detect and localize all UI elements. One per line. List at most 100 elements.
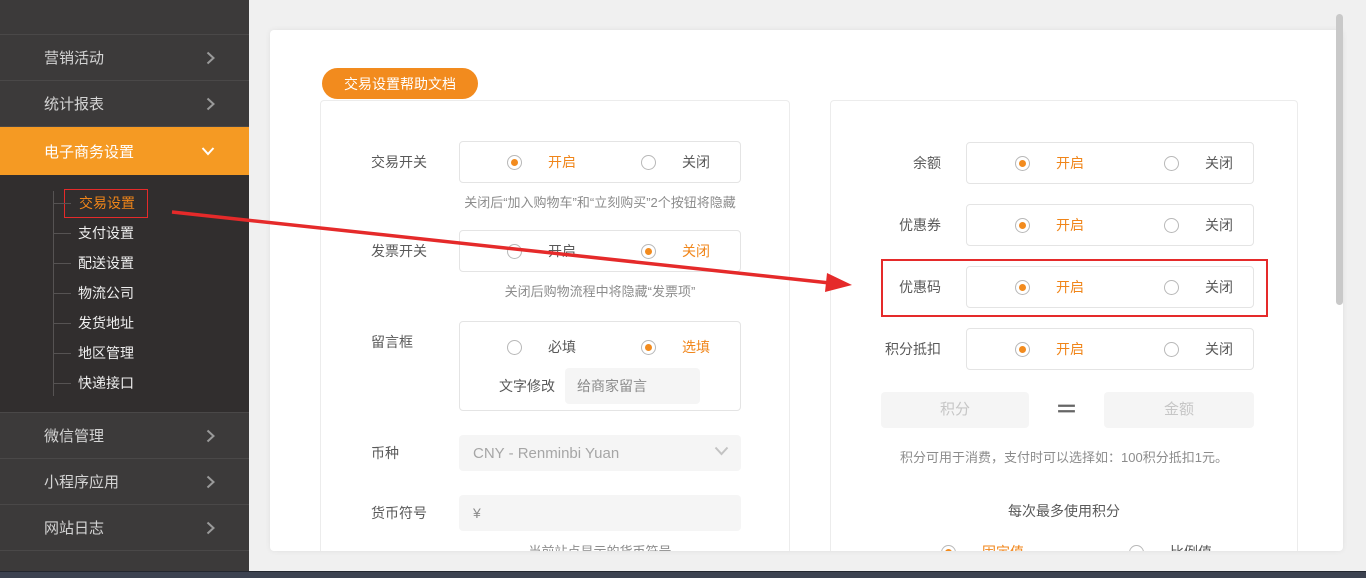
submenu-item-label: 快递接口 <box>78 375 134 391</box>
submenu-item-delivery-settings[interactable]: 配送设置 <box>0 248 249 278</box>
radio-icon <box>641 154 656 170</box>
submenu-item-label: 发货地址 <box>78 315 134 331</box>
coupon-code-label: 优惠码 <box>899 279 941 295</box>
chevron-right-icon <box>206 51 215 65</box>
submenu-item-payment-settings[interactable]: 支付设置 <box>0 218 249 248</box>
points-deduct-row: 积分抵扣 开启 关闭 <box>831 328 1297 370</box>
points-deduct-off-radio[interactable]: 关闭 <box>1164 339 1233 359</box>
radio-label: 开启 <box>1056 155 1084 171</box>
radio-icon <box>1164 217 1179 233</box>
coupon-code-group: 开启 关闭 <box>966 266 1254 308</box>
balance-group: 开启 关闭 <box>966 142 1254 184</box>
message-text-input[interactable] <box>565 368 700 404</box>
sidebar-item-site-logs[interactable]: 网站日志 <box>0 505 249 551</box>
chevron-right-icon <box>206 97 215 111</box>
radio-label: 关闭 <box>682 154 710 170</box>
invoice-switch-row: 发票开关 开启 关闭 <box>321 230 789 272</box>
chevron-right-icon <box>206 475 215 489</box>
ratio-value-radio[interactable]: 比例值 <box>1129 542 1212 551</box>
radio-label: 开启 <box>548 243 576 259</box>
radio-label: 关闭 <box>1205 279 1233 295</box>
invoice-switch-off-radio[interactable]: 关闭 <box>641 241 710 261</box>
fixed-value-radio[interactable]: 固定值 <box>941 542 1024 551</box>
amount-input[interactable] <box>1104 391 1254 428</box>
sidebar-item-wechat[interactable]: 微信管理 <box>0 413 249 459</box>
balance-on-radio[interactable]: 开启 <box>1015 153 1084 173</box>
currency-symbol-row: 货币符号 <box>321 495 789 531</box>
coupon-on-radio[interactable]: 开启 <box>1015 215 1084 235</box>
radio-icon <box>507 243 522 259</box>
sidebar-item-label: 统计报表 <box>44 96 105 113</box>
balance-off-radio[interactable]: 关闭 <box>1164 153 1233 173</box>
max-points-group: 固定值 比例值 <box>831 542 1297 551</box>
sidebar-item-ecommerce-settings[interactable]: 电子商务设置 <box>0 127 249 175</box>
trade-switch-row: 交易开关 开启 关闭 <box>321 141 789 183</box>
points-deduct-on-radio[interactable]: 开启 <box>1015 339 1084 359</box>
radio-icon <box>1164 341 1179 357</box>
message-optional-radio[interactable]: 选填 <box>641 337 710 357</box>
sidebar-item-miniprogram[interactable]: 小程序应用 <box>0 459 249 505</box>
message-required-radio[interactable]: 必填 <box>507 337 576 357</box>
coupon-code-off-radio[interactable]: 关闭 <box>1164 277 1233 297</box>
sidebar-top-spacer <box>0 0 249 35</box>
chevron-down-icon <box>201 147 215 156</box>
radio-label: 固定值 <box>982 542 1024 551</box>
sidebar-item-marketing[interactable]: 营销活动 <box>0 35 249 81</box>
currency-select[interactable]: CNY - Renminbi Yuan <box>459 435 741 471</box>
sidebar: 营销活动 统计报表 电子商务设置 交易设置 支付设置 配送设置 物流公司 发货地… <box>0 0 249 572</box>
coupon-row: 优惠券 开启 关闭 <box>831 204 1297 246</box>
coupon-code-on-radio[interactable]: 开启 <box>1015 277 1084 297</box>
sidebar-item-label: 电子商务设置 <box>44 143 135 161</box>
trade-switch-group: 开启 关闭 <box>459 141 741 183</box>
radio-label: 关闭 <box>1205 217 1233 233</box>
trade-switch-off-radio[interactable]: 关闭 <box>641 152 710 172</box>
radio-icon <box>1164 279 1179 295</box>
balance-row: 余额 开启 关闭 <box>831 142 1297 184</box>
radio-icon <box>1015 279 1030 295</box>
currency-label: 币种 <box>371 445 399 461</box>
discount-settings-card: 余额 开启 关闭 优惠券 开启 关闭 优惠码 开启 关闭 积分抵扣 开启 关闭 … <box>830 100 1298 551</box>
radio-label: 关闭 <box>682 243 710 259</box>
vertical-scrollbar[interactable] <box>1336 14 1343 305</box>
help-doc-button[interactable]: 交易设置帮助文档 <box>322 68 478 99</box>
equals-sign: ＝ <box>1055 397 1078 422</box>
trade-switch-on-radio[interactable]: 开启 <box>507 152 576 172</box>
annotation-red-box-sidebar: 交易设置 <box>64 189 148 218</box>
message-box-row: 留言框 必填 选填 文字修改 <box>321 321 789 411</box>
currency-symbol-help: 当前站点显示的货币符号 <box>459 541 741 551</box>
radio-label: 比例值 <box>1170 542 1212 551</box>
balance-label: 余额 <box>913 155 941 171</box>
coupon-label: 优惠券 <box>899 217 941 233</box>
currency-symbol-label: 货币符号 <box>371 505 427 521</box>
submenu-item-trade-settings[interactable]: 交易设置 <box>0 188 249 218</box>
submenu-item-shipping-address[interactable]: 发货地址 <box>0 308 249 338</box>
coupon-off-radio[interactable]: 关闭 <box>1164 215 1233 235</box>
radio-label: 关闭 <box>1205 341 1233 357</box>
radio-icon <box>507 154 522 170</box>
sidebar-item-label: 小程序应用 <box>44 474 120 491</box>
radio-icon <box>941 544 956 551</box>
submenu-item-express-interface[interactable]: 快递接口 <box>0 368 249 398</box>
message-box-label: 留言框 <box>371 334 413 350</box>
invoice-switch-help: 关闭后购物流程中将隐藏“发票项” <box>504 284 696 299</box>
trade-switch-help: 关闭后“加入购物车”和“立刻购买”2个按钮将隐藏 <box>464 195 736 210</box>
radio-label: 开启 <box>1056 217 1084 233</box>
invoice-switch-group: 开启 关闭 <box>459 230 741 272</box>
trade-settings-card: 交易开关 开启 关闭 关闭后“加入购物车”和“立刻购买”2个按钮将隐藏 发票开关 <box>320 100 790 551</box>
radio-icon <box>641 243 656 259</box>
points-rate-help: 积分可用于消费，支付时可以选择如：100积分抵扣1元。 <box>900 450 1228 465</box>
invoice-switch-on-radio[interactable]: 开启 <box>507 241 576 261</box>
points-input[interactable] <box>881 391 1029 428</box>
radio-label: 必填 <box>548 339 576 355</box>
submenu-item-logistics-company[interactable]: 物流公司 <box>0 278 249 308</box>
radio-label: 关闭 <box>1205 155 1233 171</box>
window-bottom-edge <box>0 571 1366 578</box>
currency-symbol-input[interactable] <box>459 495 741 531</box>
submenu-item-region-management[interactable]: 地区管理 <box>0 338 249 368</box>
chevron-right-icon <box>206 429 215 443</box>
sidebar-item-reports[interactable]: 统计报表 <box>0 81 249 127</box>
radio-label: 开启 <box>1056 341 1084 357</box>
currency-select-value: CNY - Renminbi Yuan <box>473 444 620 462</box>
radio-label: 选填 <box>682 339 710 355</box>
submenu-item-label: 地区管理 <box>78 345 134 361</box>
